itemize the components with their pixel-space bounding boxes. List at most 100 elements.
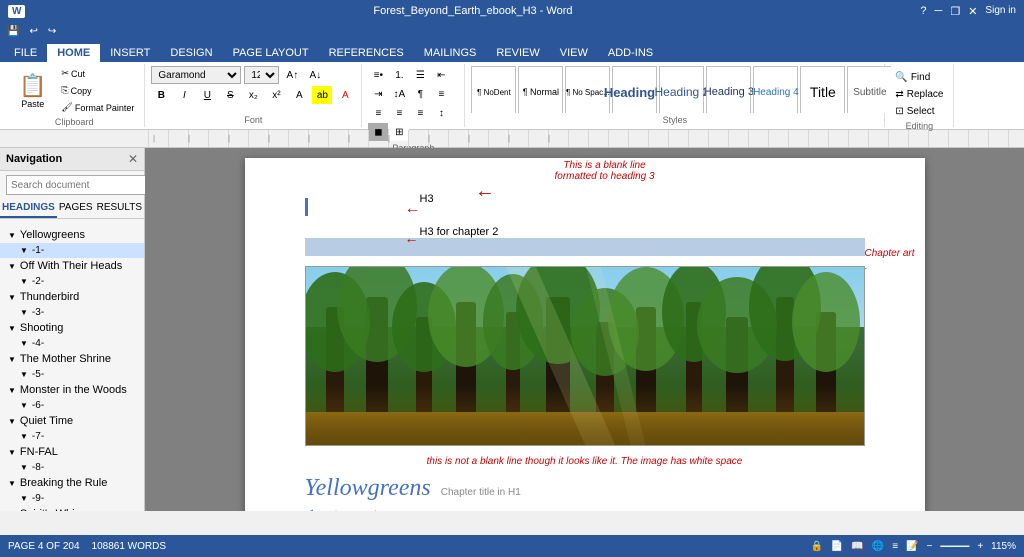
nav-title: Navigation (6, 153, 62, 165)
replace-icon: ⇄ (895, 89, 903, 100)
shrink-font-button[interactable]: A↓ (305, 66, 325, 84)
nav-item-ch3[interactable]: ▼ -3- (0, 305, 144, 320)
line-spacing-button[interactable]: ↕ (431, 104, 451, 122)
format-painter-button[interactable]: 🖌 Format Painter (57, 100, 138, 115)
nav-item-mothershrine[interactable]: ▼ The Mother Shrine (0, 351, 144, 367)
copy-button[interactable]: ⎘ Copy (57, 83, 138, 98)
superscript-button[interactable]: x² (266, 86, 286, 104)
style-heading2[interactable]: Heading 2 (659, 66, 704, 113)
style-heading4[interactable]: Heading 4 (753, 66, 798, 113)
nav-item-ch5[interactable]: ▼ -5- (0, 367, 144, 382)
underline-button[interactable]: U (197, 86, 217, 104)
close-button[interactable]: ✕ (968, 5, 977, 18)
view-print-btn[interactable]: 📄 (831, 541, 843, 552)
increase-indent-button[interactable]: ⇥ (368, 85, 388, 103)
nav-item-yellowgreens[interactable]: ▼ Yellowgreens (0, 227, 144, 243)
nav-item-ch1[interactable]: ▼ -1- (0, 243, 144, 258)
style-heading1[interactable]: Heading 1 (612, 66, 657, 113)
nav-item-ch9[interactable]: ▼ -9- (0, 491, 144, 506)
nav-item-quiettime[interactable]: ▼ Quiet Time (0, 413, 144, 429)
tab-file[interactable]: FILE (4, 44, 47, 62)
tab-mailings[interactable]: MAILINGS (414, 44, 487, 62)
style-heading3[interactable]: Heading 3 (706, 66, 751, 113)
save-quick-btn[interactable]: 💾 (4, 25, 22, 38)
view-outline-btn[interactable]: ≡ (892, 541, 898, 552)
tab-references[interactable]: REFERENCES (319, 44, 414, 62)
nav-expand-fnfal: ▼ (8, 448, 16, 457)
doc-area[interactable]: This is a blank lineformatted to heading… (145, 148, 1024, 511)
zoom-out-btn[interactable]: − (927, 541, 933, 552)
numbering-button[interactable]: 1. (389, 66, 409, 84)
nav-tabs: HEADINGS PAGES RESULTS (0, 199, 144, 219)
show-formatting-button[interactable]: ¶ (410, 85, 430, 103)
nav-item-ch6[interactable]: ▼ -6- (0, 398, 144, 413)
tab-addins[interactable]: ADD-INS (598, 44, 663, 62)
nav-search-input[interactable] (6, 175, 148, 195)
find-button[interactable]: 🔍 Find (891, 70, 947, 85)
select-button[interactable]: ⊡ Select (891, 104, 947, 119)
zoom-in-btn[interactable]: + (977, 541, 983, 552)
font-size-select[interactable]: 12 (244, 66, 279, 84)
nav-item-monsterinwoods[interactable]: ▼ Monster in the Woods (0, 382, 144, 398)
sort-button[interactable]: ↕A (389, 85, 409, 103)
help-button[interactable]: ? (920, 5, 926, 18)
paste-icon: 📋 (19, 73, 46, 99)
restore-button[interactable]: ❐ (950, 5, 960, 18)
undo-quick-btn[interactable]: ↩ (26, 25, 40, 38)
strikethrough-button[interactable]: S (220, 86, 240, 104)
view-draft-btn[interactable]: 📝 (906, 541, 918, 552)
tab-view[interactable]: VIEW (550, 44, 598, 62)
nav-tab-pages[interactable]: PAGES (57, 199, 95, 218)
minimize-button[interactable]: ─ (935, 5, 943, 18)
bold-button[interactable]: B (151, 86, 171, 104)
font-group-label: Font (151, 113, 355, 125)
title-bar-controls[interactable]: ? ─ ❐ ✕ Sign in (920, 5, 1016, 18)
replace-button[interactable]: ⇄ Replace (891, 87, 947, 102)
tab-home[interactable]: HOME (47, 44, 100, 62)
nav-item-offwiththeads[interactable]: ▼ Off With Their Heads (0, 258, 144, 274)
font-color-button[interactable]: A (335, 86, 355, 104)
align-center-button[interactable]: ≡ (368, 104, 388, 122)
nav-item-breakingrule[interactable]: ▼ Breaking the Rule (0, 475, 144, 491)
style-title[interactable]: Title (800, 66, 845, 113)
bullets-button[interactable]: ≡• (368, 66, 388, 84)
highlight-button[interactable]: ab (312, 86, 332, 104)
tab-review[interactable]: REVIEW (486, 44, 549, 62)
style-nodent[interactable]: ¶ NoDent (471, 66, 516, 113)
style-normal[interactable]: ¶ Normal (518, 66, 563, 113)
redo-quick-btn[interactable]: ↪ (45, 25, 59, 38)
tab-design[interactable]: DESIGN (160, 44, 222, 62)
paste-button[interactable]: 📋 Paste (10, 70, 55, 112)
nav-item-spiritswhisper[interactable]: ▼ Spirit's Whisper (0, 506, 144, 511)
grow-font-button[interactable]: A↑ (282, 66, 302, 84)
nav-item-ch8[interactable]: ▼ -8- (0, 460, 144, 475)
decrease-indent-button[interactable]: ⇤ (431, 66, 451, 84)
align-right-button[interactable]: ≡ (389, 104, 409, 122)
view-web-btn[interactable]: 🌐 (872, 541, 884, 552)
nav-tab-results[interactable]: RESULTS (95, 199, 144, 218)
tab-page-layout[interactable]: PAGE LAYOUT (223, 44, 319, 62)
nav-label-spiritswhisper: Spirit's Whisper (20, 508, 96, 511)
italic-button[interactable]: I (174, 86, 194, 104)
text-effects-button[interactable]: A (289, 86, 309, 104)
nav-item-ch7[interactable]: ▼ -7- (0, 429, 144, 444)
subscript-button[interactable]: x₂ (243, 86, 263, 104)
align-left-button[interactable]: ≡ (431, 85, 451, 103)
justify-button[interactable]: ≡ (410, 104, 430, 122)
nav-item-ch2[interactable]: ▼ -2- (0, 274, 144, 289)
nav-item-shooting[interactable]: ▼ Shooting (0, 320, 144, 336)
nav-item-ch4[interactable]: ▼ -4- (0, 336, 144, 351)
font-name-select[interactable]: Garamond (151, 66, 241, 84)
signin-button[interactable]: Sign in (985, 5, 1016, 18)
nav-tab-headings[interactable]: HEADINGS (0, 199, 57, 218)
cut-button[interactable]: ✂ Cut (57, 66, 138, 81)
multilevel-button[interactable]: ☰ (410, 66, 430, 84)
zoom-slider[interactable]: ━━━━━━ (940, 542, 969, 551)
view-read-btn[interactable]: 📖 (851, 541, 863, 552)
tab-insert[interactable]: INSERT (100, 44, 160, 62)
nav-item-thunderbird[interactable]: ▼ Thunderbird (0, 289, 144, 305)
nav-close-button[interactable]: ✕ (128, 152, 138, 166)
nav-item-fnfal[interactable]: ▼ FN-FAL (0, 444, 144, 460)
nav-expand-ch2: ▼ (20, 277, 28, 286)
copy-label: Copy (71, 86, 92, 96)
